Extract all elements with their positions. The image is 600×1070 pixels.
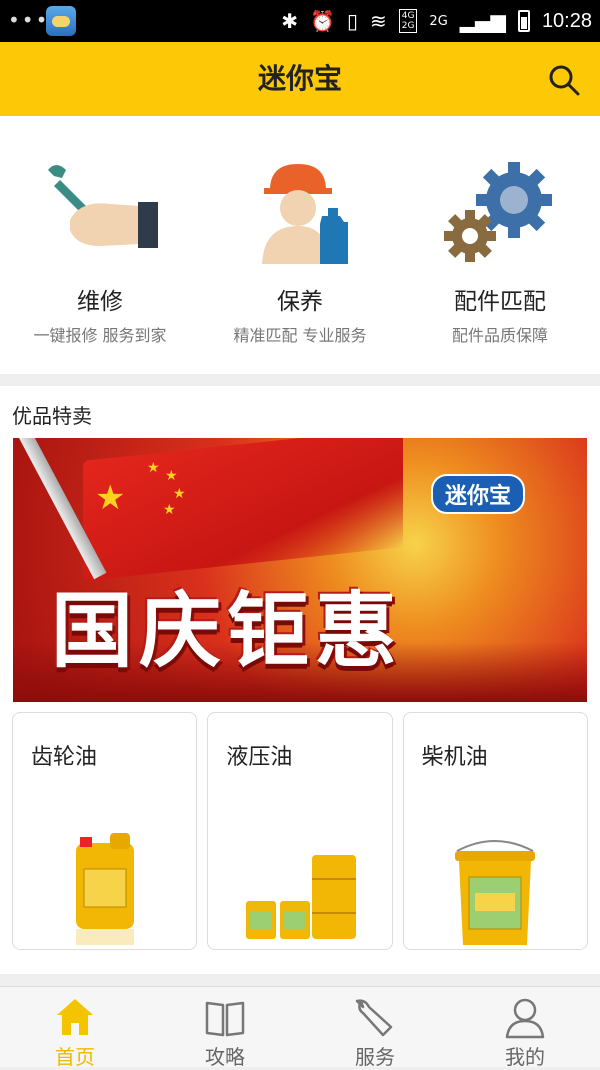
user-icon	[505, 998, 545, 1039]
service-subtitle: 一键报修 服务到家	[33, 326, 167, 345]
vibrate-icon: ▯	[346, 9, 358, 33]
service-parts-match[interactable]: 配件匹配 配件品质保障	[400, 116, 600, 374]
wifi-icon: ≋	[369, 9, 387, 33]
worker-oil-icon	[262, 164, 348, 264]
banner-logo: 迷你宝	[430, 474, 525, 514]
status-bar: ••• ✱ ⏰ ▯ ≋ 4G 2G 2G ▂▄▆ 10:28	[0, 0, 600, 42]
product-card[interactable]: 液压油	[207, 712, 393, 950]
tab-mine[interactable]: 我的	[450, 987, 600, 1069]
product-card[interactable]: 齿轮油	[12, 712, 198, 950]
tab-label: 首页	[55, 1045, 95, 1069]
weather-app-icon	[46, 6, 76, 36]
tab-label: 攻略	[205, 1045, 245, 1069]
app-header: 迷你宝	[0, 42, 600, 116]
star-icon: ★	[165, 468, 178, 484]
bluetooth-icon: ✱	[281, 9, 299, 33]
service-name: 保养	[277, 289, 323, 315]
diesel-oil-bucket-image	[455, 840, 536, 945]
star-icon: ★	[173, 486, 186, 502]
book-icon	[205, 1001, 245, 1037]
star-icon: ★	[163, 502, 176, 518]
alarm-icon: ⏰	[310, 9, 335, 33]
star-icon: ★	[147, 460, 160, 476]
wrench-hand-icon	[48, 165, 158, 248]
promo-banner[interactable]: ★ ★ ★ ★ ★ 迷你宝 国庆钜惠	[13, 438, 587, 702]
service-subtitle: 配件品质保障	[451, 326, 548, 345]
search-icon[interactable]	[548, 64, 580, 96]
service-name: 配件匹配	[454, 289, 546, 315]
wrench-icon	[355, 999, 393, 1037]
product-card[interactable]: 柴机油	[402, 712, 588, 950]
signal-icon: ▂▄▆	[459, 9, 506, 33]
hydraulic-oil-drums-image	[245, 855, 356, 939]
battery-icon	[517, 10, 530, 32]
product-grid: 齿轮油 液压油 柴机油	[12, 712, 588, 950]
product-name: 液压油	[226, 745, 293, 770]
bottom-tab-bar: 首页 攻略 服务 我的	[0, 986, 600, 1069]
more-dots-icon: •••	[8, 8, 50, 32]
home-icon	[57, 999, 93, 1035]
tab-guides[interactable]: 攻略	[150, 987, 300, 1069]
flag-graphic	[83, 438, 403, 581]
status-icons: ✱ ⏰ ▯ ≋ 4G 2G 2G ▂▄▆ 10:28	[281, 0, 592, 42]
section-title: 优品特卖	[12, 404, 92, 428]
service-subtitle: 精准匹配 专业服务	[233, 326, 367, 345]
network-2g-label: 2G	[429, 13, 448, 29]
featured-section: 优品特卖 ★ ★ ★ ★ ★ 迷你宝 国庆钜惠 齿轮油 液压油 柴机油	[0, 386, 600, 974]
product-name: 齿轮油	[31, 745, 98, 770]
tab-label: 我的	[505, 1045, 545, 1069]
banner-headline: 国庆钜惠	[51, 584, 404, 679]
network-4g-badge: 4G 2G	[398, 9, 418, 33]
clock: 10:28	[541, 9, 592, 32]
product-name: 柴机油	[421, 745, 488, 770]
gear-oil-jug-image	[75, 833, 134, 945]
tab-service[interactable]: 服务	[300, 987, 450, 1069]
gears-icon	[444, 162, 552, 262]
star-icon: ★	[95, 478, 126, 518]
page-title: 迷你宝	[257, 62, 342, 95]
service-maintenance[interactable]: 保养 精准匹配 专业服务	[200, 116, 400, 374]
service-name: 维修	[77, 289, 123, 315]
services-row: 维修 一键报修 服务到家 保养 精准匹配 专业服务 配件匹配 配件品质保障	[0, 116, 600, 374]
tab-home[interactable]: 首页	[0, 987, 150, 1069]
service-repair[interactable]: 维修 一键报修 服务到家	[0, 116, 200, 374]
tab-label: 服务	[355, 1045, 395, 1069]
